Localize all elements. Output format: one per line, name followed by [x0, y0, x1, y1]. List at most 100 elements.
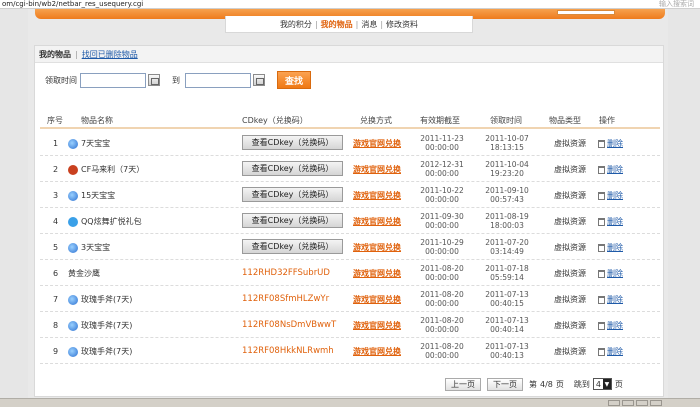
col-cdkey: CDkey（兑换码）	[242, 116, 308, 125]
operation: 删除	[598, 190, 623, 201]
col-item-type: 物品类型	[549, 116, 581, 125]
trash-icon[interactable]	[598, 295, 605, 304]
redeem-link[interactable]: 游戏官网兑换	[353, 268, 401, 279]
item-name: 玫瑰手斧(7天)	[68, 320, 132, 331]
view-cdkey-button[interactable]: 查看CDkey（兑换码）	[242, 239, 343, 254]
delete-link[interactable]: 删除	[607, 268, 623, 279]
claim-time: 18:13:15	[490, 143, 524, 152]
table-row: 7 玫瑰手斧(7天) 112RF08SfmHLZwYr 游戏官网兑换 2011-…	[40, 286, 660, 312]
trash-icon[interactable]	[598, 191, 605, 200]
address-bar[interactable]: om/cgi-bin/wb2/netbar_res_usequery.cgi 输…	[0, 0, 700, 9]
item-type: 虚拟资源	[554, 139, 586, 148]
start-date-input[interactable]	[80, 72, 146, 88]
claim-datetime: 2011-10-07 18:13:15	[477, 134, 537, 152]
view-cdkey-button[interactable]: 查看CDkey（兑换码）	[242, 213, 343, 228]
delete-link[interactable]: 删除	[607, 164, 623, 175]
trash-icon[interactable]	[598, 321, 605, 330]
redeem-link[interactable]: 游戏官网兑换	[353, 242, 401, 253]
view-cdkey-button[interactable]: 查看CDkey（兑换码）	[242, 135, 343, 150]
delete-link[interactable]: 删除	[607, 216, 623, 227]
calendar-icon[interactable]	[253, 74, 265, 86]
item-name: 玫瑰手斧(7天)	[68, 294, 132, 305]
item-name: 黄金沙鹰	[68, 268, 100, 279]
redeem-link[interactable]: 游戏官网兑换	[353, 216, 401, 227]
delete-link[interactable]: 删除	[607, 138, 623, 149]
prev-page-button[interactable]: 上一页	[445, 377, 481, 391]
operation: 删除	[598, 164, 623, 175]
my-items-panel: 我的物品 | 找回已删除物品 领取时间 到 查找 序号 物品名称 CDkey（兑…	[34, 45, 664, 397]
trash-icon[interactable]	[598, 217, 605, 226]
panel-header: 我的物品 | 找回已删除物品	[35, 46, 663, 63]
cdkey-code: 112RHD32FFSubrUD	[242, 268, 330, 278]
claim-time: 19:23:20	[490, 169, 524, 178]
trash-icon[interactable]	[598, 139, 605, 148]
status-bar	[0, 398, 700, 407]
table-row: 9 玫瑰手斧(7天) 112RF08HkkNLRwmh 游戏官网兑换 2011-…	[40, 338, 660, 364]
redeem-link[interactable]: 游戏官网兑换	[353, 138, 401, 149]
redeem-link[interactable]: 游戏官网兑换	[353, 164, 401, 175]
expire-datetime: 2011-10-29 00:00:00	[412, 238, 472, 256]
claim-time: 00:57:43	[490, 195, 524, 204]
claim-time: 00:40:13	[490, 351, 524, 360]
nav-separator: |	[355, 19, 359, 29]
site-search-input[interactable]	[557, 10, 615, 15]
item-name-text: 3天宝宝	[81, 243, 111, 252]
nav-edit-profile[interactable]: 修改资料	[386, 19, 418, 30]
delete-link[interactable]: 删除	[607, 320, 623, 331]
item-type: 虚拟资源	[554, 347, 586, 356]
col-claim-time: 领取时间	[490, 116, 522, 125]
item-name-text: 玫瑰手斧(7天)	[81, 321, 133, 330]
claim-date: 2011-10-04	[485, 160, 529, 169]
recover-deleted-link[interactable]: 找回已删除物品	[82, 49, 138, 60]
table-row: 2 CF马来利（7天） 查看CDkey（兑换码） 游戏官网兑换 2012-12-…	[40, 156, 660, 182]
item-type: 虚拟资源	[554, 295, 586, 304]
trash-icon[interactable]	[598, 269, 605, 278]
item-name: 15天宝宝	[68, 190, 115, 201]
row-number: 3	[53, 191, 59, 200]
row-number: 5	[53, 243, 59, 252]
delete-link[interactable]: 删除	[607, 346, 623, 357]
view-cdkey-button[interactable]: 查看CDkey（兑换码）	[242, 161, 343, 176]
nav-my-items[interactable]: 我的物品	[321, 19, 353, 30]
claim-date: 2011-08-19	[485, 212, 529, 221]
browser-search-hint[interactable]: 输入搜索词	[659, 0, 694, 8]
redeem-link[interactable]: 游戏官网兑换	[353, 346, 401, 357]
ie-icon	[68, 242, 78, 253]
operation: 删除	[598, 138, 623, 149]
item-name-text: 15天宝宝	[81, 191, 116, 200]
expire-datetime: 2011-09-30 00:00:00	[412, 212, 472, 230]
expire-date: 2012-12-31	[420, 160, 464, 169]
nav-separator: |	[380, 19, 384, 29]
page-jump-select[interactable]: 4 ▼	[592, 378, 612, 390]
redeem-link[interactable]: 游戏官网兑换	[353, 320, 401, 331]
claim-time: 00:40:15	[490, 299, 524, 308]
item-name: 玫瑰手斧(7天)	[68, 346, 132, 357]
delete-link[interactable]: 删除	[607, 294, 623, 305]
claim-date: 2011-07-20	[485, 238, 529, 247]
item-type: 虚拟资源	[554, 217, 586, 226]
end-date-input[interactable]	[185, 72, 251, 88]
search-button[interactable]: 查找	[277, 71, 311, 89]
claim-datetime: 2011-08-19 18:00:03	[477, 212, 537, 230]
item-name-text: 7天宝宝	[81, 139, 111, 148]
view-cdkey-button[interactable]: 查看CDkey（兑换码）	[242, 187, 343, 202]
expire-date: 2011-11-23	[420, 134, 464, 143]
delete-link[interactable]: 删除	[607, 242, 623, 253]
expire-time: 00:00:00	[425, 169, 459, 178]
delete-link[interactable]: 删除	[607, 190, 623, 201]
col-redeem-method: 兑换方式	[360, 116, 392, 125]
trash-icon[interactable]	[598, 347, 605, 356]
trash-icon[interactable]	[598, 243, 605, 252]
redeem-link[interactable]: 游戏官网兑换	[353, 190, 401, 201]
trash-icon[interactable]	[598, 165, 605, 174]
redeem-link[interactable]: 游戏官网兑换	[353, 294, 401, 305]
claim-datetime: 2011-07-18 05:59:14	[477, 264, 537, 282]
calendar-icon[interactable]	[148, 74, 160, 86]
jump-label: 跳到	[573, 379, 590, 389]
ie-icon	[68, 294, 78, 305]
expire-time: 00:00:00	[425, 273, 459, 282]
next-page-button[interactable]: 下一页	[487, 377, 523, 391]
nav-messages[interactable]: 消息	[361, 19, 377, 30]
nav-my-points[interactable]: 我的积分	[280, 19, 312, 30]
header-separator: |	[75, 49, 78, 59]
